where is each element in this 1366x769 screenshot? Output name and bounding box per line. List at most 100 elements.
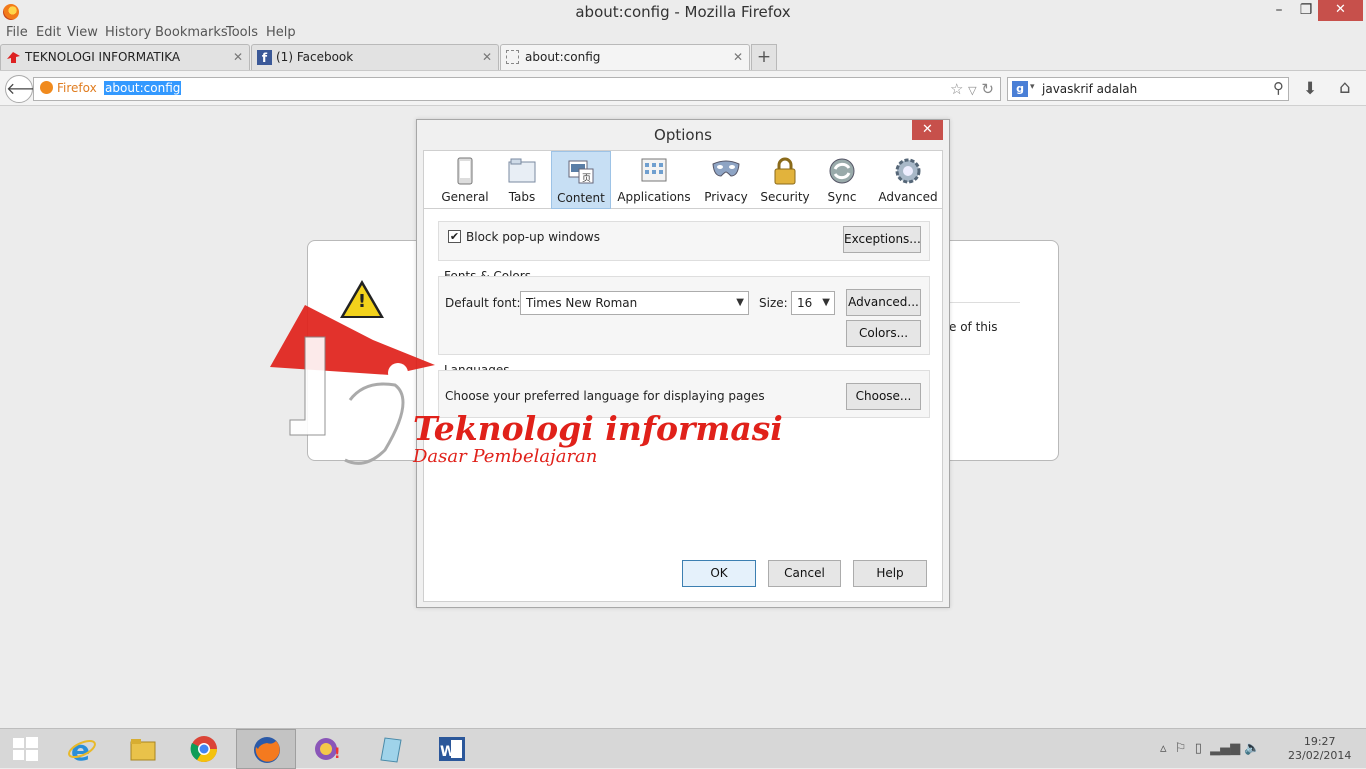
divider [950,302,1020,303]
svg-text:!: ! [334,746,340,762]
applications-icon [641,158,667,182]
menu-edit[interactable]: Edit [36,25,61,40]
tab-close-icon[interactable]: ✕ [482,45,492,70]
system-tray: ▵ ⚐ ▯ ▂▄▆ 🔈 [1160,741,1260,756]
tab-label: (1) Facebook [276,50,354,64]
pane-privacy[interactable]: Privacy [698,151,754,209]
menu-help[interactable]: Help [266,25,296,40]
taskbar-notepad[interactable] [360,729,420,769]
action-center-flag-icon[interactable]: ⚐ [1175,741,1187,756]
pane-label: Applications [617,190,691,204]
close-window-button[interactable]: ✕ [1318,0,1363,21]
volume-icon[interactable]: 🔈 [1244,741,1260,756]
tab-label: about:config [525,50,601,64]
advanced-icon [895,158,921,184]
pane-applications[interactable]: Applications [614,151,694,209]
pane-general[interactable]: General [436,151,494,209]
taskbar: e ! W ▵ ⚐ ▯ ▂▄▆ 🔈 19:27 23/02/2014 [0,728,1366,769]
taskbar-chrome[interactable] [174,729,234,769]
privacy-icon [712,160,740,177]
google-engine-icon[interactable]: g [1012,81,1028,97]
bookmark-star-icon[interactable]: ☆ [950,80,963,98]
svg-text:页: 页 [582,173,591,184]
pane-advanced[interactable]: Advanced [874,151,942,209]
sync-icon [829,158,855,184]
pane-label: Security [760,190,810,204]
pane-tabs[interactable]: Tabs [496,151,548,209]
cancel-button[interactable]: Cancel [768,560,841,587]
tab-teknologi-informatika[interactable]: TEKNOLOGI INFORMATIKA ✕ [0,44,250,70]
choose-language-button[interactable]: Choose... [846,383,921,410]
fonts-advanced-button[interactable]: Advanced... [846,289,921,316]
menu-view[interactable]: View [67,25,98,40]
pane-sync[interactable]: Sync [818,151,866,209]
taskbar-file-explorer[interactable] [113,729,173,769]
dialog-close-button[interactable]: ✕ [912,120,943,140]
reload-icon[interactable]: ↻ [981,80,994,98]
internet-explorer-icon: e [68,734,96,764]
navigation-bar: 🡐 Firefox about:config ☆ ▽ ↻ g ▾ javaskr… [0,70,1366,106]
tab-close-icon[interactable]: ✕ [233,45,243,70]
file-explorer-icon [130,739,156,761]
window-title: about:config - Mozilla Firefox [575,3,791,21]
url-bar[interactable]: Firefox about:config ☆ ▽ ↻ [33,77,1001,101]
pane-label: General [441,190,489,204]
pane-selector: General Tabs 页 Content Applications Priv… [424,151,942,209]
home-icon[interactable]: ⌂ [1339,77,1350,98]
start-button[interactable] [0,729,52,769]
identity-box[interactable]: Firefox [40,81,97,95]
show-hidden-icons-icon[interactable]: ▵ [1160,741,1167,756]
search-input[interactable]: javaskrif adalah [1042,82,1137,96]
power-icon[interactable]: ▯ [1195,741,1202,756]
exceptions-button[interactable]: Exceptions... [843,226,921,253]
ok-button[interactable]: OK [682,560,756,587]
security-icon [774,157,796,185]
search-icon[interactable]: ⚲ [1273,79,1284,97]
taskbar-internet-explorer[interactable]: e [52,729,112,769]
block-popups-checkbox[interactable]: ✔ [448,230,461,243]
dropdown-history-icon[interactable]: ▽ [968,84,976,97]
menu-tools[interactable]: Tools [226,25,258,40]
menu-file[interactable]: File [6,25,28,40]
watermark-logo: Teknologi informasi Dasar Pembelajaran [265,300,785,475]
help-button[interactable]: Help [853,560,927,587]
menu-history[interactable]: History [105,25,151,40]
dialog-title: Options [654,126,712,144]
messenger-icon: ! [315,738,340,762]
svg-text:e: e [71,734,90,764]
tab-about-config[interactable]: about:config ✕ [500,44,750,70]
content-icon: 页 [568,160,594,184]
firefox-icon [254,737,280,763]
tab-label: TEKNOLOGI INFORMATIKA [25,50,181,64]
identity-label: Firefox [57,81,97,95]
network-signal-icon[interactable]: ▂▄▆ [1210,741,1240,756]
font-size-select[interactable]: 16 ▼ [791,291,835,315]
back-button[interactable]: 🡐 [5,75,49,103]
pane-content[interactable]: 页 Content [551,151,611,209]
menu-bookmarks[interactable]: Bookmarks [155,25,228,40]
taskbar-word[interactable]: W [422,729,482,769]
new-tab-button[interactable]: + [751,44,777,70]
tab-facebook[interactable]: f (1) Facebook ✕ [251,44,499,70]
blank-page-icon [506,50,519,64]
colors-button[interactable]: Colors... [846,320,921,347]
search-bar[interactable]: g ▾ javaskrif adalah ⚲ [1007,77,1289,101]
block-popups-label: Block pop-up windows [466,230,600,244]
word-icon: W [439,737,465,761]
clock-time: 19:27 [1303,735,1336,748]
clock[interactable]: 19:27 23/02/2014 [1288,735,1351,763]
url-text[interactable]: about:config [104,81,182,95]
tab-close-icon[interactable]: ✕ [733,45,743,70]
engine-dropdown-icon[interactable]: ▾ [1030,82,1035,92]
title-bar: about:config - Mozilla Firefox – ❐ ✕ [0,0,1366,24]
chevron-down-icon: ▼ [822,297,830,308]
pane-security[interactable]: Security [757,151,813,209]
taskbar-messenger[interactable]: ! [298,729,358,769]
notepad-icon [380,737,402,763]
taskbar-firefox[interactable] [236,729,296,769]
url-bar-icons: ☆ ▽ ↻ [950,80,994,98]
warning-text: e of this [949,320,998,334]
tab-strip: TEKNOLOGI INFORMATIKA ✕ f (1) Facebook ✕… [0,44,1366,70]
svg-text:W: W [440,744,455,760]
download-icon[interactable]: ⬇ [1303,79,1317,99]
